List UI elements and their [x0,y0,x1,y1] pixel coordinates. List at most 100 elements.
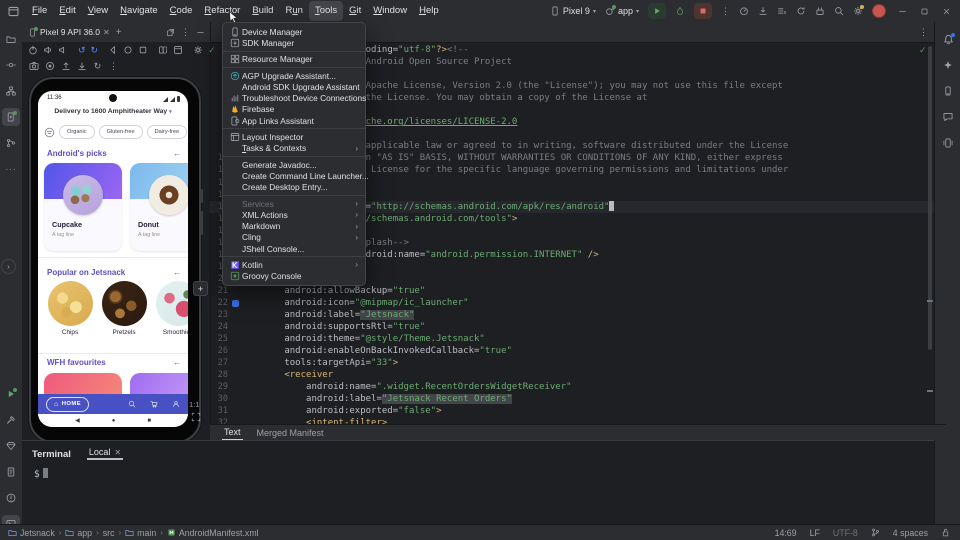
running-device-tab[interactable]: Pixel 9 API 36.0 ✕ [22,22,114,42]
phone-emulator-frame[interactable]: 11:36 Delivery to 1600 Amphitheater Way … [29,77,201,443]
code-line[interactable]: 30 android:label="Jetsnack Recent Orders… [210,393,934,405]
snack-card[interactable]: CupcakeA tag line [44,163,122,251]
tools-menu-item-create-desktop-entry[interactable]: Create Desktop Entry... [223,182,365,193]
tab-merged-manifest[interactable]: Merged Manifest [257,428,324,438]
overview-icon[interactable] [138,45,148,56]
breadcrumb-item[interactable]: app [65,528,92,538]
tool-stripe-device-manager-icon[interactable] [939,82,957,100]
android-recents-button[interactable]: ■ [147,418,151,424]
inspections-ok-icon[interactable]: ✓ [919,45,927,56]
editor-options-kebab-icon[interactable]: ⋮ [919,27,928,38]
breadcrumb-item[interactable]: main [125,528,156,538]
download-icon[interactable] [76,61,87,72]
panel-options-kebab-icon[interactable]: ⋮ [181,27,190,38]
line-ending-widget[interactable]: LF [810,528,820,538]
tool-stripe-problems-icon[interactable] [2,489,20,507]
arrow-left-icon[interactable]: ← [173,358,181,367]
code-line[interactable]: 29 android:name=".widget.RecentOrdersWid… [210,381,934,393]
popular-snack-item[interactable]: Chips [47,281,93,336]
screenshot-camera-icon[interactable] [28,61,39,72]
main-window-icon[interactable] [7,5,20,18]
tools-menu-item-device-manager[interactable]: Device Manager [223,26,365,37]
indent-widget[interactable]: 4 spaces [893,528,928,538]
user-avatar[interactable] [872,4,886,18]
tool-stripe-more-dots-icon[interactable]: ··· [2,160,20,178]
device-selector[interactable]: Pixel 9▾ [550,6,596,16]
kebab-icon[interactable]: ⋮ [108,61,119,72]
tool-stripe-device-mirror-icon[interactable] [939,134,957,152]
close-icon[interactable] [939,7,954,16]
zoom-ratio-label[interactable]: 1:1 [189,400,199,409]
menu-run[interactable]: Run [279,1,308,21]
tools-menu-item-generate-javadoc[interactable]: Generate Javadoc... [223,159,365,170]
nav-home-button[interactable]: ⌂ HOME [46,397,89,412]
menu-help[interactable]: Help [413,1,445,21]
tool-stripe-commit-icon[interactable] [2,56,20,74]
breadcrumb-item[interactable]: AndroidManifest.xml [167,528,259,538]
wrench-icon[interactable] [193,45,203,56]
snapshot-icon[interactable] [173,45,183,56]
occurrence-mark[interactable] [927,300,933,302]
lock-open-icon[interactable] [941,528,950,537]
screen-record-icon[interactable] [44,61,55,72]
encoding-widget[interactable]: UTF-8 [833,528,858,538]
code-line[interactable]: 23 android:label="Jetsnack" [210,309,934,321]
code-line[interactable]: 31 android:exported="false"> [210,405,934,417]
snack-card[interactable]: DonutA tag line [130,163,188,251]
tool-stripe-project-folder-icon[interactable] [2,30,20,48]
menu-git[interactable]: Git [343,1,367,21]
tools-menu-item-sdk-manager[interactable]: SDK Manager [223,37,365,48]
open-in-window-icon[interactable] [166,28,175,37]
editor-scrollbar[interactable] [928,46,932,350]
todo-list-icon[interactable]: 5 [777,6,787,16]
search-everywhere-icon[interactable] [834,6,844,16]
tools-menu-item-cling[interactable]: Cling› [223,232,365,243]
tools-menu-item-groovy-console[interactable]: Groovy Console [223,271,365,282]
menu-build[interactable]: Build [246,1,279,21]
code-line[interactable]: 22 android:icon="@mipmap/ic_launcher" [210,297,934,309]
menu-edit[interactable]: Edit [53,1,81,21]
code-line[interactable]: 28 <receiver [210,369,934,381]
tools-menu-item-app-links-assistant[interactable]: App Links Assistant [223,115,365,126]
tool-stripe-quality-insights-icon[interactable] [2,437,20,455]
close-icon[interactable]: ✕ [114,448,121,457]
menu-code[interactable]: Code [164,1,199,21]
filter-chip[interactable]: Dairy-free [147,125,188,139]
tools-menu-item-kotlin[interactable]: Kotlin› [223,259,365,270]
phone-screen[interactable]: 11:36 Delivery to 1600 Amphitheater Way … [38,91,188,427]
code-line[interactable]: 24 android:supportsRtl="true" [210,321,934,333]
rotate-left-icon[interactable]: ↺ [78,45,86,56]
tools-menu-item-jshell-console[interactable]: JShell Console... [223,243,365,254]
tool-stripe-notifications-bell-icon[interactable] [939,30,957,48]
tool-stripe-ai-assistant-icon[interactable] [939,56,957,74]
tools-menu-item-resource-manager[interactable]: Resource Manager [223,54,365,65]
occurrence-mark[interactable] [927,390,933,392]
tool-stripe-structure-icon[interactable] [2,82,20,100]
popular-snack-item[interactable]: Pretzels [101,281,147,336]
filters-icon[interactable] [44,127,55,138]
menu-file[interactable]: File [26,1,53,21]
zoom-in-button[interactable]: + [193,281,208,296]
nav-profile-icon[interactable] [172,400,180,408]
nav-cart-icon[interactable] [150,400,158,408]
code-line[interactable]: 25 android:theme="@style/Theme.Jetsnack" [210,333,934,345]
profiler-icon[interactable] [739,6,749,16]
zoom-fit-icon[interactable] [191,412,201,422]
sync-gradle-icon[interactable] [796,6,806,16]
android-back-button[interactable]: ◀ [75,417,80,424]
tools-menu-item-layout-inspector[interactable]: Layout Inspector [223,131,365,142]
terminal-input[interactable]: $ [22,460,934,480]
caret-position-widget[interactable]: 14:69 [775,528,797,538]
menu-tools[interactable]: Tools [309,1,343,21]
filter-chip[interactable]: Gluten-free [99,125,143,139]
minimize-icon[interactable] [895,7,910,16]
volume-up-icon[interactable] [43,45,53,56]
tools-menu-item-create-command-line-launcher[interactable]: Create Command Line Launcher... [223,170,365,181]
arrow-left-icon[interactable]: ← [173,268,181,277]
rotate-right-icon[interactable]: ↻ [91,45,99,56]
code-line[interactable]: 27 tools:targetApi="33"> [210,357,934,369]
tool-stripe-git-graph-icon[interactable] [2,134,20,152]
fold-device-icon[interactable] [158,45,168,56]
tool-stripe-gemini-chat-icon[interactable] [939,108,957,126]
tool-stripe-logcat-icon[interactable] [2,463,20,481]
